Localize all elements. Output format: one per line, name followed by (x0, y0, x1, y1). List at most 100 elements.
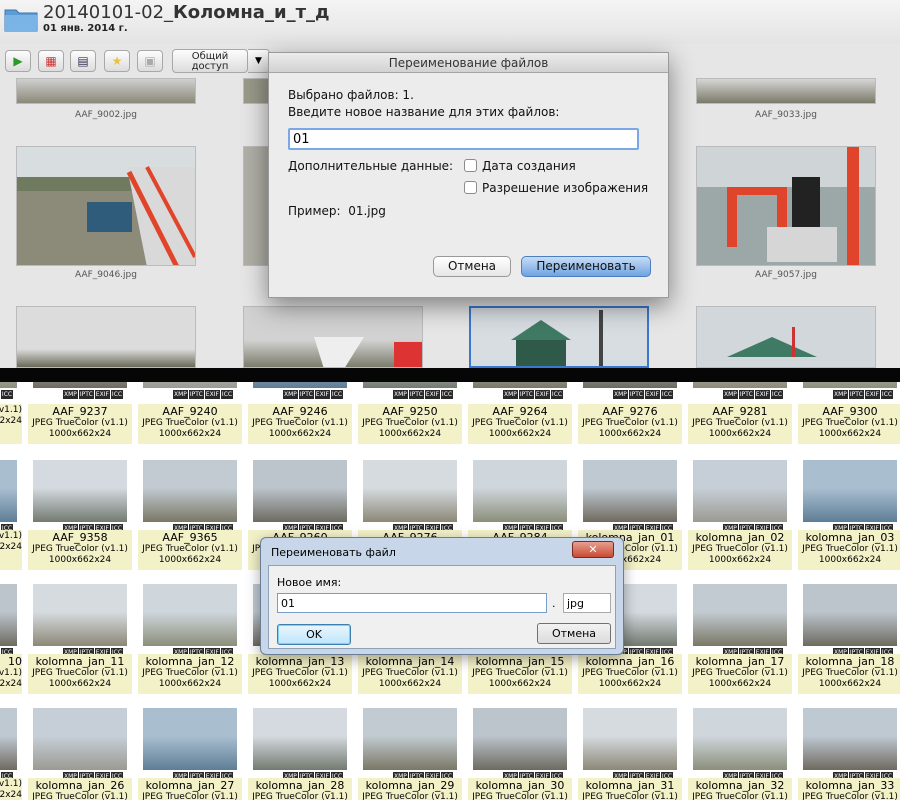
photo-thumbnail[interactable] (143, 460, 237, 522)
photo-thumbnail[interactable] (696, 146, 876, 266)
file-info-cell[interactable]: AAF_9237 JPEG TrueColor (v1.1) 1000x662x24 (28, 404, 132, 444)
creation-date-checkbox[interactable] (464, 159, 477, 172)
metadata-badge: ICC (220, 390, 234, 399)
file-info-cell[interactable]: kolomna_jan_03 JPEG TrueColor (v1.1) 1000x… (798, 530, 900, 570)
file-info-cell[interactable]: 10JPEG TrueColor (v1.1)1000x662x24 (0, 654, 22, 694)
photo-thumbnail[interactable] (0, 584, 17, 646)
save-button[interactable]: ▣ (137, 50, 163, 72)
photo-thumbnail[interactable] (363, 708, 457, 770)
file-type: JPEG TrueColor (v1.1) (32, 792, 128, 800)
photo-thumbnail[interactable] (33, 584, 127, 646)
file-info-cell[interactable]: kolomna_jan_02 JPEG TrueColor (v1.1) 1000x… (688, 530, 792, 570)
photo-thumbnail[interactable] (0, 382, 17, 388)
file-info-cell[interactable]: AAF_9358 JPEG TrueColor (v1.1) 1000x662x24 (28, 530, 132, 570)
close-button[interactable]: ✕ (572, 541, 614, 558)
photo-thumbnail[interactable] (696, 306, 876, 368)
file-info-cell[interactable]: kolomna_jan_29JPEG TrueColor (v1.1)1000x… (358, 778, 462, 800)
extension-input[interactable] (563, 593, 611, 613)
photo-thumbnail[interactable] (0, 708, 17, 770)
file-info-cell[interactable]: AAF_9240 JPEG TrueColor (v1.1) 1000x662x24 (138, 404, 242, 444)
photos-button[interactable]: ▦ (38, 50, 64, 72)
share-button[interactable]: Общий доступ (172, 49, 248, 73)
photo-thumbnail[interactable] (243, 306, 423, 368)
photo-thumbnail-selected[interactable] (469, 306, 649, 368)
file-info-cell[interactable]: kolomna_jan_11 JPEG TrueColor (v1.1) 1000x… (28, 654, 132, 694)
file-type: JPEG TrueColor (v1.1) (252, 668, 348, 678)
photo-thumbnail[interactable] (473, 460, 567, 522)
photo-thumbnail[interactable] (16, 78, 196, 104)
photo-thumbnail[interactable] (16, 146, 196, 266)
photo-thumbnail[interactable] (803, 708, 897, 770)
file-info-cell[interactable]: kolomna_jan_33JPEG TrueColor (v1.1)1000x… (798, 778, 900, 800)
file-info-cell[interactable]: kolomna_jan_13 JPEG TrueColor (v1.1) 1000x… (248, 654, 352, 694)
metadata-badge: IPTC (78, 390, 94, 399)
cancel-button[interactable]: Отмена (537, 623, 611, 644)
photo-thumbnail[interactable] (693, 460, 787, 522)
close-icon: ✕ (588, 543, 598, 556)
folder-title: 20140101-02_Коломна_и_т_д (43, 2, 330, 23)
photo-thumbnail[interactable] (33, 708, 127, 770)
photo-thumbnail[interactable] (473, 708, 567, 770)
photo-thumbnail[interactable] (143, 708, 237, 770)
photo-thumbnail[interactable] (693, 584, 787, 646)
resolution-checkbox[interactable] (464, 181, 477, 194)
file-info-cell[interactable]: kolomna_jan_17 JPEG TrueColor (v1.1) 1000x… (688, 654, 792, 694)
photo-thumbnail[interactable] (33, 460, 127, 522)
rename-button[interactable]: Переименовать (521, 256, 651, 277)
photo-thumbnail[interactable] (693, 382, 787, 388)
photo-thumbnail[interactable] (33, 382, 127, 388)
photo-thumbnail[interactable] (143, 584, 237, 646)
photo-thumbnail[interactable] (803, 584, 897, 646)
file-type: JPEG TrueColor (v1.1) (802, 418, 898, 428)
ok-button[interactable]: OK (277, 624, 351, 645)
photo-thumbnail[interactable] (803, 460, 897, 522)
selected-count: Выбрано файлов: 1. (288, 88, 414, 102)
file-info-cell[interactable]: AAF_9365 JPEG TrueColor (v1.1) 1000x662x24 (138, 530, 242, 570)
photo-thumbnail[interactable] (0, 460, 17, 522)
photo-thumbnail[interactable] (363, 382, 457, 388)
photo-thumbnail[interactable] (363, 460, 457, 522)
file-info-cell[interactable]: kolomna_jan_15 JPEG TrueColor (v1.1) 1000x… (468, 654, 572, 694)
file-info-cell[interactable]: AAF_9250 JPEG TrueColor (v1.1) 1000x662x24 (358, 404, 462, 444)
file-info-cell[interactable]: kolomna_jan_18 JPEG TrueColor (v1.1) 1000x… (798, 654, 900, 694)
file-info-cell[interactable]: kolomna_jan_14 JPEG TrueColor (v1.1) 1000x… (358, 654, 462, 694)
file-info-cell[interactable]: kolomna_jan_27JPEG TrueColor (v1.1)1000x… (138, 778, 242, 800)
file-info-cell[interactable]: kolomna_jan_12 JPEG TrueColor (v1.1) 1000x… (138, 654, 242, 694)
photo-thumbnail[interactable] (583, 708, 677, 770)
file-info-cell[interactable]: kolomna_jan_26JPEG TrueColor (v1.1)1000x… (28, 778, 132, 800)
file-info-cell[interactable]: kolomna_jan_31JPEG TrueColor (v1.1)1000x… (578, 778, 682, 800)
file-size: 1000x662x24 (48, 555, 112, 565)
new-name-input[interactable] (288, 128, 639, 150)
file-info-cell[interactable]: AAF_9300 JPEG TrueColor (v1.1) 1000x662x24 (798, 404, 900, 444)
photo-thumbnail[interactable] (583, 382, 677, 388)
photo-thumbnail[interactable] (253, 708, 347, 770)
photo-thumbnail[interactable] (696, 78, 876, 104)
file-size: 1000x662x24 (378, 429, 442, 439)
photo-thumbnail[interactable] (253, 460, 347, 522)
file-info-cell[interactable]: AAF_9281 JPEG TrueColor (v1.1) 1000x662x24 (688, 404, 792, 444)
photo-thumbnail[interactable] (253, 382, 347, 388)
cancel-button[interactable]: Отмена (433, 256, 511, 277)
file-info-cell[interactable]: JPEG TrueColor (v1.1)1000x662x24 (0, 778, 22, 800)
play-button[interactable]: ▶ (5, 50, 31, 72)
file-info-cell[interactable]: JPEG TrueColor (v1.1)1000x662x24 (0, 404, 22, 444)
new-name-input[interactable] (277, 593, 547, 613)
file-info-cell[interactable]: AAF_9276JPEG TrueColor (v1.1)1000x662x24 (578, 404, 682, 444)
photo-thumbnail[interactable] (803, 382, 897, 388)
photo-thumbnail[interactable] (583, 460, 677, 522)
file-info-cell[interactable]: kolomna_jan_32JPEG TrueColor (v1.1)1000x… (688, 778, 792, 800)
photo-thumbnail[interactable] (16, 306, 196, 368)
photo-thumbnail[interactable] (473, 382, 567, 388)
file-info-cell[interactable]: kolomna_jan_28JPEG TrueColor (v1.1)1000x… (248, 778, 352, 800)
photo-thumbnail[interactable] (693, 708, 787, 770)
favorite-button[interactable]: ★ (104, 50, 130, 72)
metadata-badge: EXIF (754, 390, 770, 399)
file-info-cell[interactable]: kolomna_jan_16 JPEG TrueColor (v1.1) 1000x… (578, 654, 682, 694)
slideshow-button[interactable]: ▤ (70, 50, 96, 72)
file-info-cell[interactable]: kolomna_jan_30JPEG TrueColor (v1.1)1000x… (468, 778, 572, 800)
photo-thumbnail[interactable] (143, 382, 237, 388)
file-info-cell[interactable]: AAF_9246 JPEG TrueColor (v1.1) 1000x662x24 (248, 404, 352, 444)
file-info-cell[interactable]: JPEG TrueColor (v1.1)1000x662x24 (0, 530, 22, 570)
share-dropdown-button[interactable]: ▼ (248, 49, 270, 73)
file-info-cell[interactable]: AAF_9264 JPEG TrueColor (v1.1) 1000x662x24 (468, 404, 572, 444)
